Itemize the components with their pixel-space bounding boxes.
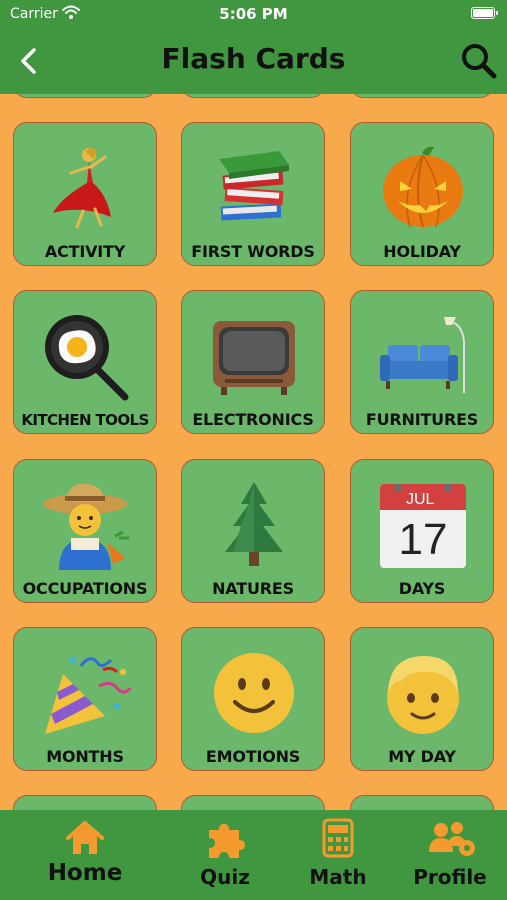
tab-label: Profile <box>413 865 487 889</box>
card-partial-top[interactable] <box>350 94 494 98</box>
card-natures[interactable]: NATURES <box>181 459 325 603</box>
page-title: Flash Cards <box>161 42 346 75</box>
tab-profile[interactable]: Profile <box>395 810 505 900</box>
card-label: KITCHEN TOOLS <box>21 411 149 429</box>
card-label: ELECTRONICS <box>192 410 314 429</box>
card-label: FURNITURES <box>365 410 479 429</box>
card-partial-top[interactable] <box>13 94 157 98</box>
tab-label: Math <box>309 865 367 889</box>
card-label: EMOTIONS <box>205 747 301 766</box>
clock-time: 5:06 PM <box>219 5 288 23</box>
couch-lamp-icon <box>380 317 465 393</box>
card-partial-bottom[interactable] <box>350 795 494 810</box>
card-first-words[interactable]: FIRST WORDS <box>181 122 325 266</box>
farmer-icon <box>43 483 129 570</box>
party-popper-icon <box>45 657 131 734</box>
card-occupations[interactable]: OCCUPATIONS <box>13 459 157 603</box>
tab-label: Quiz <box>200 865 250 889</box>
tab-bar: Home Quiz Math Profile <box>0 810 507 900</box>
tab-math[interactable]: Math <box>283 810 393 900</box>
nav-bar: Flash Cards <box>0 30 507 94</box>
search-icon[interactable] <box>459 41 499 81</box>
card-label: HOLIDAY <box>383 242 461 261</box>
card-label: ACTIVITY <box>44 242 126 261</box>
card-partial-bottom[interactable] <box>13 795 157 810</box>
card-label: MY DAY <box>388 747 456 766</box>
card-label: NATURES <box>212 579 294 598</box>
puzzle-icon <box>209 824 245 858</box>
tab-quiz[interactable]: Quiz <box>170 810 280 900</box>
status-bar: Carrier 5:06 PM <box>0 0 507 30</box>
card-label: OCCUPATIONS <box>22 579 148 598</box>
evergreen-tree-icon <box>225 482 283 566</box>
frying-pan-egg-icon <box>45 315 129 401</box>
card-furnitures[interactable]: FURNITURES <box>350 290 494 434</box>
card-days[interactable]: JUL 17 DAYS <box>350 459 494 603</box>
card-activity[interactable]: ACTIVITY <box>13 122 157 266</box>
card-label: FIRST WORDS <box>191 242 315 261</box>
jack-o-lantern-icon <box>383 146 463 228</box>
card-emotions[interactable]: EMOTIONS <box>181 627 325 771</box>
tab-label: Home <box>47 860 123 886</box>
card-holiday[interactable]: HOLIDAY <box>350 122 494 266</box>
card-partial-top[interactable] <box>181 94 325 98</box>
card-my-day[interactable]: MY DAY <box>350 627 494 771</box>
card-kitchen-tools[interactable]: KITCHEN TOOLS <box>13 290 157 434</box>
card-months[interactable]: MONTHS <box>13 627 157 771</box>
card-partial-bottom[interactable] <box>181 795 325 810</box>
boy-face-icon <box>387 656 459 734</box>
battery-icon <box>471 7 498 19</box>
card-electronics[interactable]: ELECTRONICS <box>181 290 325 434</box>
tab-home[interactable]: Home <box>30 810 140 900</box>
card-label: DAYS <box>398 579 446 598</box>
card-label: MONTHS <box>46 747 124 766</box>
users-gear-icon <box>429 822 475 856</box>
calculator-icon <box>322 818 354 858</box>
home-icon <box>66 821 104 854</box>
books-icon <box>219 151 289 221</box>
calendar-month-text: JUL <box>406 491 435 508</box>
card-grid: ACTIVITY FIRST WORDS HOLIDAY KITCHEN TOO… <box>0 94 507 810</box>
calendar-day-text: 17 <box>399 515 448 564</box>
calendar-icon: JUL 17 <box>380 484 466 568</box>
dancer-icon <box>53 148 111 229</box>
smiling-face-icon <box>214 653 294 733</box>
television-icon <box>213 321 295 395</box>
